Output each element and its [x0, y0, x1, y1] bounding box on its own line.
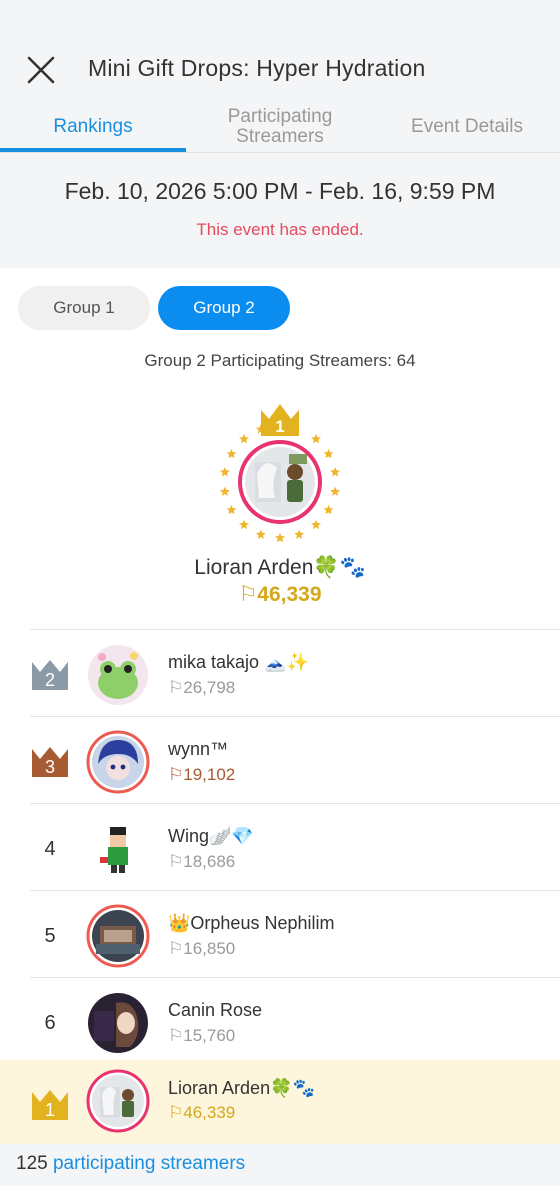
- points-value: 26,798: [183, 678, 236, 697]
- avatar: [88, 993, 148, 1053]
- star-icon: [294, 529, 305, 539]
- event-header-panel: Mini Gift Drops: Hyper Hydration Ranking…: [0, 0, 560, 268]
- points-value: 16,850: [183, 939, 236, 958]
- list-item[interactable]: 2 mika takajo 🗻✨ ⚐26,798: [30, 629, 560, 716]
- list-item[interactable]: 4 Wing🪽💎 ⚐18,686: [30, 803, 560, 890]
- star-icon: [226, 448, 237, 459]
- list-item[interactable]: 6 Canin Rose ⚐15,760: [30, 977, 560, 1064]
- my-streamer-name: Lioran Arden🍀🐾: [168, 1078, 315, 1098]
- star-icon: [226, 504, 237, 515]
- rank-number: 3: [45, 757, 55, 777]
- list-item[interactable]: 5 👑Orpheus Nephilim ⚐16,850: [30, 890, 560, 977]
- participating-streamers-link[interactable]: participating streamers: [53, 1153, 245, 1174]
- star-icon: [275, 532, 285, 543]
- event-dates: Feb. 10, 2026 5:00 PM - Feb. 16, 9:59 PM: [64, 178, 496, 204]
- tab-rankings[interactable]: Rankings: [0, 100, 186, 154]
- flag-icon: ⚐: [168, 1026, 184, 1045]
- divider: [0, 152, 560, 153]
- close-icon[interactable]: [24, 53, 58, 87]
- my-ranking-row[interactable]: 1 Lioran Arden🍀🐾 ⚐46,339: [0, 1060, 560, 1144]
- flag-icon: ⚐: [168, 678, 184, 697]
- avatar: [86, 730, 150, 794]
- flag-icon: ⚐: [168, 852, 184, 871]
- group-1-button[interactable]: Group 1: [18, 286, 150, 330]
- tab-label-line1: Participating: [227, 106, 333, 127]
- avatar: [88, 819, 148, 879]
- star-icon: [323, 448, 334, 459]
- streamer-name: wynn™: [168, 739, 229, 759]
- star-icon: [219, 467, 230, 477]
- winner-points: ⚐46,339: [0, 582, 560, 607]
- streamer-points: ⚐18,686: [168, 852, 235, 872]
- avatar: [86, 1069, 150, 1133]
- star-icon: [311, 519, 321, 530]
- streamer-points: ⚐26,798: [168, 678, 235, 698]
- tab-bar: Rankings Participating Streamers Event De…: [0, 100, 560, 154]
- flag-icon: ⚐: [168, 1103, 184, 1122]
- streamer-name: mika takajo 🗻✨: [168, 652, 309, 672]
- star-icon: [330, 486, 341, 496]
- winner-avatar: [245, 447, 315, 517]
- points-value: 19,102: [183, 765, 236, 784]
- list-continuation: [0, 1186, 560, 1200]
- rank-number: 1: [45, 1100, 55, 1120]
- streamer-points: ⚐16,850: [168, 939, 235, 959]
- gold-crown-icon: 1: [261, 404, 299, 436]
- gold-crown-icon: 1: [32, 1090, 68, 1120]
- bronze-crown-icon: 3: [32, 747, 68, 777]
- star-icon: [323, 504, 334, 515]
- footer-text: 125 participating streamers: [16, 1153, 245, 1175]
- group-2-button[interactable]: Group 2: [158, 286, 290, 330]
- app-bar: Mini Gift Drops: Hyper Hydration: [0, 40, 560, 100]
- points-value: 46,339: [183, 1103, 236, 1122]
- winner-name: Lioran Arden🍀🐾: [194, 556, 366, 579]
- star-icon: [255, 529, 266, 539]
- streamer-name: Wing🪽💎: [168, 826, 254, 846]
- star-icon: [239, 433, 249, 444]
- tab-event-details[interactable]: Event Details: [374, 100, 560, 154]
- streamer-name: 👑Orpheus Nephilim: [168, 913, 335, 933]
- my-streamer-points: ⚐46,339: [168, 1103, 235, 1123]
- participant-total: 125: [16, 1153, 48, 1174]
- rank-number: 2: [45, 670, 55, 690]
- rank-number: 4: [44, 838, 56, 860]
- event-status: This event has ended.: [196, 220, 364, 239]
- streamer-name: Canin Rose: [168, 1000, 263, 1020]
- avatar: [86, 904, 150, 968]
- tab-label-line2: Streamers: [236, 126, 324, 147]
- flag-icon: ⚐: [238, 583, 258, 606]
- streamer-points: ⚐15,760: [168, 1026, 235, 1046]
- participants-footer: 125 participating streamers: [0, 1144, 560, 1186]
- avatar: [88, 645, 148, 705]
- list-item[interactable]: 3 wynn™ ⚐19,102: [30, 716, 560, 803]
- page-title: Mini Gift Drops: Hyper Hydration: [88, 55, 426, 81]
- streamer-points: ⚐19,102: [168, 765, 235, 785]
- winner-rank: 1: [275, 417, 284, 436]
- flag-icon: ⚐: [168, 765, 184, 784]
- rank-number: 5: [44, 925, 56, 947]
- star-icon: [311, 433, 321, 444]
- group-participant-count: Group 2 Participating Streamers: 64: [144, 351, 416, 370]
- winner-badge[interactable]: 1: [205, 398, 355, 548]
- points-value: 18,686: [183, 852, 236, 871]
- star-icon: [219, 486, 230, 496]
- points-value: 15,760: [183, 1026, 236, 1045]
- tab-participating-streamers[interactable]: Participating Streamers: [186, 100, 374, 154]
- star-icon: [330, 467, 341, 477]
- star-icon: [239, 519, 249, 530]
- silver-crown-icon: 2: [32, 660, 68, 690]
- flag-icon: ⚐: [168, 939, 184, 958]
- rank-number: 6: [44, 1012, 56, 1034]
- winner-points-value: 46,339: [257, 583, 322, 606]
